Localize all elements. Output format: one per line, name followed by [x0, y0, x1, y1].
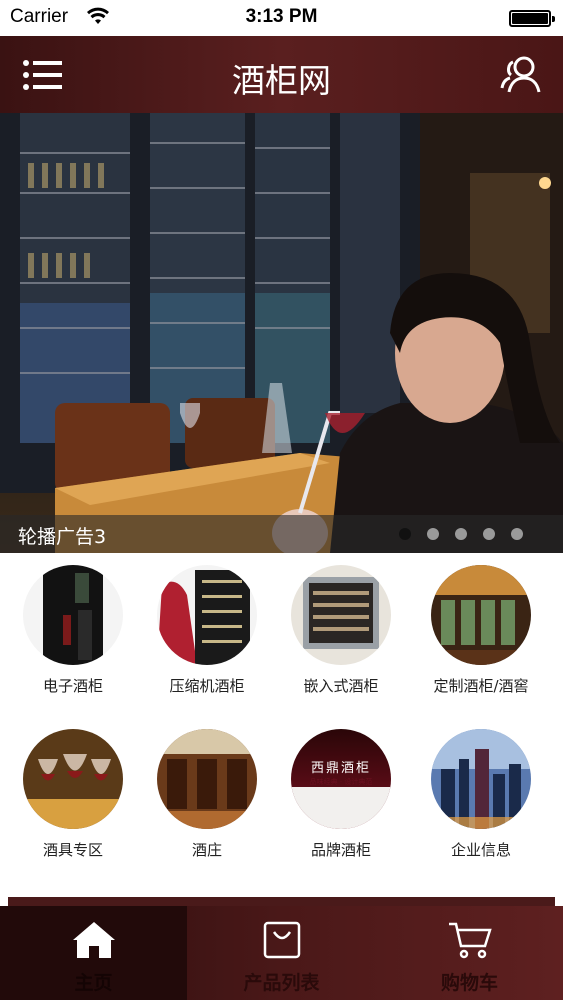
- built-in-cabinet-thumb: [291, 565, 391, 665]
- carousel-caption: 轮播广告3: [18, 526, 107, 548]
- category-winery[interactable]: 酒庄: [137, 729, 277, 860]
- category-compressor-wine-cabinet[interactable]: 压缩机酒柜: [137, 565, 277, 696]
- tab-cart[interactable]: 购物车: [376, 906, 563, 1000]
- carousel-banner[interactable]: 轮播广告3: [0, 113, 563, 553]
- home-icon: [72, 922, 115, 958]
- users-icon[interactable]: [499, 54, 541, 96]
- page-title: 酒柜网: [232, 61, 331, 100]
- brand-logo-thumb: 西鼎酒柜 品味经典 · 设计典范: [291, 729, 391, 829]
- carousel-dot-1[interactable]: [399, 528, 411, 540]
- wine-cellar-photo: [0, 113, 563, 553]
- winery-thumb: [157, 729, 257, 829]
- carousel-dots: [399, 528, 523, 540]
- status-bar: Carrier 3:13 PM: [0, 0, 563, 36]
- category-wine-accessories[interactable]: 酒具专区: [3, 729, 143, 860]
- cart-icon: [448, 922, 492, 959]
- nav-bar: 酒柜网: [0, 36, 563, 113]
- category-company-info[interactable]: 企业信息: [411, 729, 551, 860]
- tab-home[interactable]: 主页: [0, 906, 187, 1000]
- carousel-dot-2[interactable]: [427, 528, 439, 540]
- category-custom-wine-cellar[interactable]: 定制酒柜/酒窖: [411, 565, 551, 696]
- brand-logo-subtitle: 品味经典 · 设计典范: [309, 778, 373, 786]
- wine-glasses-thumb: [23, 729, 123, 829]
- brand-logo-title: 西鼎酒柜: [310, 761, 371, 776]
- tab-bar: 主页 产品列表 购物车: [0, 906, 563, 1000]
- category-electronic-wine-cabinet[interactable]: 电子酒柜: [3, 565, 143, 696]
- carousel-dot-3[interactable]: [455, 528, 467, 540]
- category-brand-wine-cabinet[interactable]: 西鼎酒柜 品味经典 · 设计典范 品牌酒柜: [271, 729, 411, 860]
- custom-cellar-thumb: [431, 565, 531, 665]
- carousel-caption-bar: 轮播广告3: [0, 515, 563, 553]
- carousel-dot-4[interactable]: [483, 528, 495, 540]
- carousel-dot-5[interactable]: [511, 528, 523, 540]
- clock: 3:13 PM: [245, 6, 318, 27]
- compressor-cabinet-thumb: [157, 565, 257, 665]
- tab-product-list[interactable]: 产品列表: [188, 906, 375, 1000]
- bag-icon: [263, 921, 300, 959]
- battery-icon: [509, 10, 555, 27]
- city-skyline-thumb: [431, 729, 531, 829]
- electronic-cabinet-thumb: [23, 565, 123, 665]
- category-built-in-wine-cabinet[interactable]: 嵌入式酒柜: [271, 565, 411, 696]
- category-grid: 电子酒柜 压缩机酒柜 嵌入式酒柜 定制酒柜/酒窖 酒具专区 酒庄 西鼎酒柜 品味…: [0, 553, 563, 893]
